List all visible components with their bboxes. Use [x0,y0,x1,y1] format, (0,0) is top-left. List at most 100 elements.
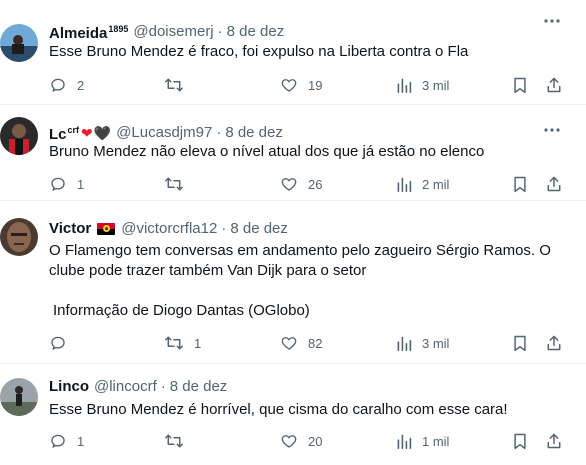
views-button[interactable]: 1 mil [396,431,449,451]
bookmark-button[interactable] [512,333,528,353]
black-heart-icon: 🖤 [93,124,112,141]
user-handle[interactable]: @doisemerj [133,23,213,41]
like-count: 26 [308,176,323,192]
bookmark-button[interactable] [512,174,528,194]
display-name[interactable]: Lccrf [49,121,79,144]
reply-icon [51,434,65,448]
tweet-header: Lccrf ❤ 🖤 @Lucasdjm97 · 8 de dez [49,121,283,144]
views-button[interactable]: 3 mil [396,75,449,95]
avatar[interactable] [0,378,38,416]
retweet-button[interactable] [164,75,194,95]
tweet-actions: 2 19 3 mil [49,75,569,95]
separator: · [217,22,223,40]
tweet-text: Bruno Mendez não eleva o nível atual dos… [49,143,485,160]
tweet-item[interactable]: Lccrf ❤ 🖤 @Lucasdjm97 · 8 de dez Bruno M… [0,105,586,201]
retweet-icon [165,78,183,92]
tweet-header: Linco @lincocrf · 8 de dez [49,378,227,396]
like-count: 19 [308,77,323,93]
like-icon [281,178,297,191]
like-icon [281,79,297,92]
user-handle[interactable]: @victorcrfla12 [121,220,217,238]
red-heart-icon: ❤ [81,124,93,141]
angola-flag-icon [97,223,116,235]
views-count: 1 mil [422,433,450,449]
timeline: Almeida1895 @doisemerj · 8 de dez Esse B… [0,0,586,465]
tweet-header: Victor @victorcrfla12 · 8 de dez [49,220,288,238]
tweet-text: Esse Bruno Mendez é horrível, que cisma … [49,401,508,418]
reply-button[interactable] [49,333,77,353]
share-icon [547,335,561,351]
tweet-actions: 1 20 1 mil [49,431,569,451]
tweet-date[interactable]: 8 de dez [225,124,283,142]
views-icon [397,434,412,449]
reply-button[interactable]: 1 [49,431,84,451]
avatar[interactable] [0,24,38,62]
retweet-button[interactable] [164,431,194,451]
views-icon [397,177,412,192]
reply-count: 1 [77,176,85,192]
share-button[interactable] [545,333,563,353]
bookmark-icon [514,176,526,193]
tweet-actions: 1 82 3 mil [49,333,569,353]
more-icon[interactable] [543,12,561,30]
tweet-text: Esse Bruno Mendez é fraco, foi expulso n… [49,43,469,60]
like-count: 82 [308,335,323,351]
user-handle[interactable]: @lincocrf [94,378,157,396]
more-icon[interactable] [543,121,561,139]
views-count: 3 mil [422,77,450,93]
like-button[interactable]: 20 [280,431,322,451]
like-button[interactable]: 82 [280,333,322,353]
display-name[interactable]: Linco [49,378,89,396]
tweet-text-source: Informação de Diogo Dantas (OGlobo) [53,302,310,319]
tweet-date[interactable]: 8 de dez [170,378,228,396]
reply-button[interactable]: 1 [49,174,84,194]
bookmark-icon [514,335,526,352]
user-handle[interactable]: @Lucasdjm97 [116,124,212,142]
reply-button[interactable]: 2 [49,75,84,95]
bookmark-button[interactable] [512,431,528,451]
share-icon [547,176,561,192]
bookmark-icon [514,433,526,450]
share-button[interactable] [545,75,563,95]
bookmark-button[interactable] [512,75,528,95]
retweet-count: 1 [194,335,202,351]
tweet-actions: 1 26 2 mil [49,174,569,194]
avatar[interactable] [0,218,38,256]
retweet-button[interactable] [164,174,194,194]
tweet-header: Almeida1895 @doisemerj · 8 de dez [49,20,284,43]
views-icon [397,78,412,93]
display-name[interactable]: Victor [49,220,91,238]
like-icon [281,337,297,350]
like-icon [281,435,297,448]
separator: · [160,378,166,395]
share-icon [547,433,561,449]
retweet-icon [165,336,183,350]
like-button[interactable]: 26 [280,174,322,194]
separator: · [221,220,227,237]
reply-count: 1 [77,433,85,449]
views-count: 3 mil [422,335,450,351]
avatar[interactable] [0,117,38,155]
bookmark-icon [514,77,526,94]
like-button[interactable]: 19 [280,75,322,95]
share-button[interactable] [545,174,563,194]
reply-icon [51,177,65,191]
views-button[interactable]: 2 mil [396,174,449,194]
share-icon [547,77,561,93]
retweet-icon [165,434,183,448]
retweet-icon [165,177,183,191]
tweet-item[interactable]: Victor @victorcrfla12 · 8 de dez O Flame… [0,201,586,364]
tweet-date[interactable]: 8 de dez [227,23,285,41]
views-button[interactable]: 3 mil [396,333,449,353]
retweet-button[interactable]: 1 [164,333,201,353]
display-name[interactable]: Almeida1895 [49,20,128,43]
views-count: 2 mil [422,176,450,192]
reply-icon [51,336,65,350]
tweet-item[interactable]: Linco @lincocrf · 8 de dez Esse Bruno Me… [0,364,586,465]
tweet-text: O Flamengo tem conversas em andamento pe… [49,242,551,279]
tweet-item[interactable]: Almeida1895 @doisemerj · 8 de dez Esse B… [0,0,586,105]
tweet-date[interactable]: 8 de dez [230,220,288,238]
reply-count: 2 [77,77,85,93]
reply-icon [51,78,65,92]
share-button[interactable] [545,431,563,451]
